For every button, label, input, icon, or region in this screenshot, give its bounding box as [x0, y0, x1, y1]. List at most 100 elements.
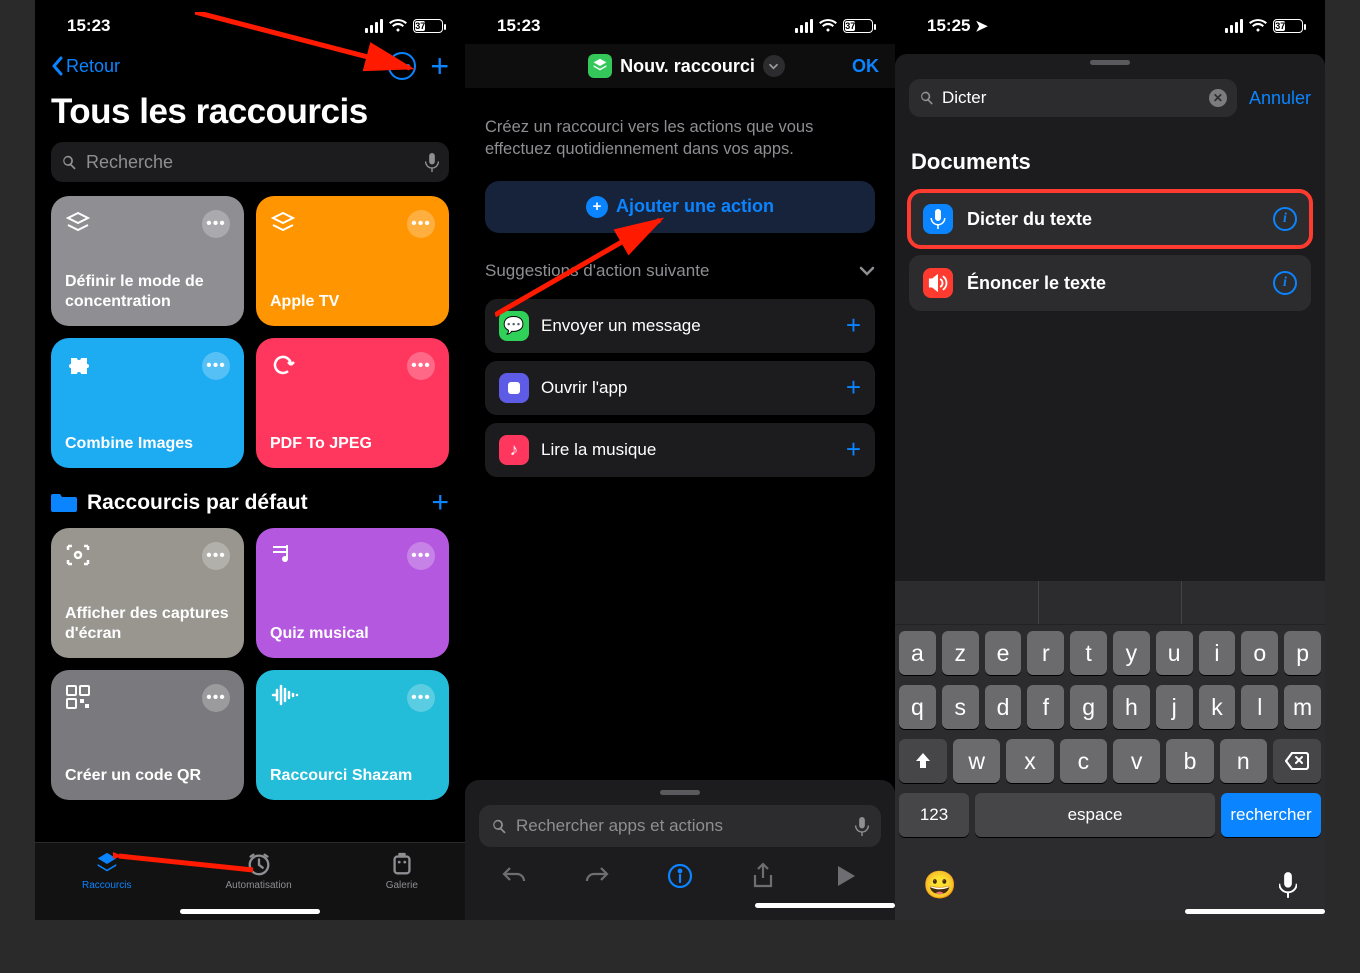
key-l[interactable]: l: [1241, 685, 1278, 729]
add-to-folder-button[interactable]: +: [431, 488, 449, 518]
suggestions-header[interactable]: Suggestions d'action suivante: [465, 233, 895, 291]
status-bar: 15:23 37: [35, 0, 465, 44]
card-more-button[interactable]: •••: [202, 210, 230, 238]
key-t[interactable]: t: [1070, 631, 1107, 675]
key-o[interactable]: o: [1241, 631, 1278, 675]
shortcut-card[interactable]: •••Apple TV: [256, 196, 449, 326]
shortcut-card[interactable]: •••Quiz musical: [256, 528, 449, 658]
action-search-input[interactable]: Rechercher apps et actions: [479, 805, 881, 847]
space-key[interactable]: espace: [975, 793, 1215, 837]
search-result[interactable]: Énoncer le textei: [909, 255, 1311, 311]
add-action-button[interactable]: + Ajouter une action: [485, 181, 875, 233]
done-button[interactable]: OK: [852, 56, 879, 77]
key-r[interactable]: r: [1027, 631, 1064, 675]
key-y[interactable]: y: [1113, 631, 1150, 675]
location-icon: ➤: [975, 18, 988, 35]
signal-icon: [795, 19, 813, 33]
key-h[interactable]: h: [1113, 685, 1150, 729]
search-key[interactable]: rechercher: [1221, 793, 1321, 837]
clock: 15:23: [497, 16, 540, 36]
card-more-button[interactable]: •••: [202, 542, 230, 570]
share-button[interactable]: [748, 861, 778, 891]
more-button[interactable]: •••: [388, 52, 416, 80]
key-v[interactable]: v: [1113, 739, 1160, 783]
info-button[interactable]: [665, 861, 695, 891]
redo-button[interactable]: [582, 861, 612, 891]
play-button[interactable]: [831, 861, 861, 891]
key-n[interactable]: n: [1220, 739, 1267, 783]
card-more-button[interactable]: •••: [407, 684, 435, 712]
number-key[interactable]: 123: [899, 793, 969, 837]
shortcut-card[interactable]: •••Raccourci Shazam: [256, 670, 449, 800]
shift-key[interactable]: [899, 739, 947, 783]
nav-bar: Nouv. raccourci OK: [465, 44, 895, 88]
key-a[interactable]: a: [899, 631, 936, 675]
shortcut-card[interactable]: •••Combine Images: [51, 338, 244, 468]
key-u[interactable]: u: [1156, 631, 1193, 675]
folder-default-shortcuts[interactable]: Raccourcis par défaut: [51, 491, 308, 515]
add-action-icon[interactable]: +: [846, 434, 861, 465]
grabber[interactable]: [660, 790, 700, 795]
shortcut-card[interactable]: •••Afficher des captures d'écran: [51, 528, 244, 658]
card-more-button[interactable]: •••: [407, 542, 435, 570]
card-label: Créer un code QR: [65, 766, 230, 786]
home-indicator[interactable]: [180, 909, 320, 914]
app-icon: [499, 373, 529, 403]
emoji-key[interactable]: 😀: [923, 869, 957, 901]
key-z[interactable]: z: [942, 631, 979, 675]
key-d[interactable]: d: [985, 685, 1022, 729]
mic-icon[interactable]: [855, 817, 869, 836]
key-s[interactable]: s: [942, 685, 979, 729]
info-button[interactable]: i: [1273, 271, 1297, 295]
home-indicator[interactable]: [755, 903, 895, 908]
shortcut-card[interactable]: •••PDF To JPEG: [256, 338, 449, 468]
key-g[interactable]: g: [1070, 685, 1107, 729]
undo-button[interactable]: [499, 861, 529, 891]
tab-shortcuts[interactable]: Raccourcis: [82, 851, 131, 891]
key-i[interactable]: i: [1199, 631, 1236, 675]
clear-search-button[interactable]: ✕: [1209, 89, 1227, 107]
key-m[interactable]: m: [1284, 685, 1321, 729]
phone-new-shortcut: 15:23 37 Nouv. raccourci OK Créez un rac…: [465, 0, 895, 920]
tab-automation[interactable]: Automatisation: [226, 851, 292, 891]
card-more-button[interactable]: •••: [407, 210, 435, 238]
shortcut-card[interactable]: •••Définir le mode de concentration: [51, 196, 244, 326]
cancel-button[interactable]: Annuler: [1249, 88, 1311, 109]
key-b[interactable]: b: [1166, 739, 1213, 783]
keyboard-suggestions[interactable]: [895, 581, 1325, 625]
key-e[interactable]: e: [985, 631, 1022, 675]
mic-icon[interactable]: [425, 153, 439, 172]
key-c[interactable]: c: [1060, 739, 1107, 783]
card-more-button[interactable]: •••: [202, 352, 230, 380]
search-input[interactable]: Dicter ✕: [909, 79, 1237, 117]
backspace-key[interactable]: [1273, 739, 1321, 783]
key-q[interactable]: q: [899, 685, 936, 729]
back-button[interactable]: Retour: [51, 56, 120, 77]
home-indicator[interactable]: [1185, 909, 1325, 914]
key-f[interactable]: f: [1027, 685, 1064, 729]
shortcut-title[interactable]: Nouv. raccourci: [588, 54, 785, 78]
new-shortcut-button[interactable]: +: [430, 50, 449, 82]
folder-icon: [51, 492, 77, 514]
grabber[interactable]: [1090, 60, 1130, 65]
key-j[interactable]: j: [1156, 685, 1193, 729]
suggested-action[interactable]: Ouvrir l'app+: [485, 361, 875, 415]
suggested-action[interactable]: ♪Lire la musique+: [485, 423, 875, 477]
info-button[interactable]: i: [1273, 207, 1297, 231]
key-k[interactable]: k: [1199, 685, 1236, 729]
nav-bar: Retour ••• +: [35, 44, 465, 88]
search-icon: [491, 818, 508, 835]
add-action-icon[interactable]: +: [846, 372, 861, 403]
card-more-button[interactable]: •••: [407, 352, 435, 380]
add-action-icon[interactable]: +: [846, 310, 861, 341]
shortcut-card[interactable]: ••• Créer un code QR: [51, 670, 244, 800]
tab-gallery[interactable]: Galerie: [386, 851, 418, 891]
key-x[interactable]: x: [1006, 739, 1053, 783]
search-input[interactable]: Recherche: [51, 142, 449, 182]
card-more-button[interactable]: •••: [202, 684, 230, 712]
search-result[interactable]: Dicter du textei: [909, 191, 1311, 247]
key-p[interactable]: p: [1284, 631, 1321, 675]
dictation-key[interactable]: [1279, 872, 1297, 898]
suggested-action[interactable]: 💬Envoyer un message+: [485, 299, 875, 353]
key-w[interactable]: w: [953, 739, 1000, 783]
